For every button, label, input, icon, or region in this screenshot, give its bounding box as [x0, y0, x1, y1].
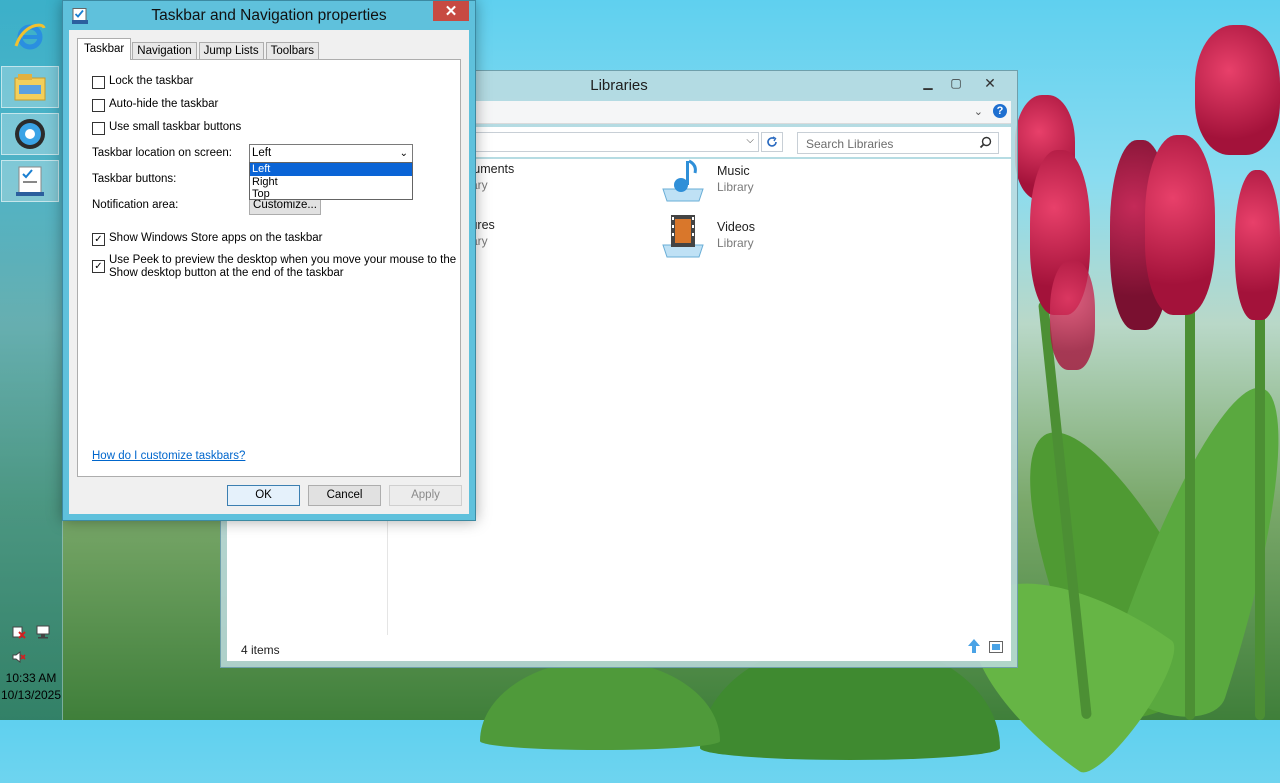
location-label: Taskbar location on screen: — [92, 147, 232, 159]
store-apps-checkbox[interactable]: ✓ Show Windows Store apps on the taskbar — [92, 232, 323, 246]
system-tray-bottom — [0, 650, 62, 664]
taskbar: 10:33 AM 10/13/2025 — [0, 0, 63, 720]
system-tray-top — [0, 625, 62, 639]
lock-taskbar-checkbox[interactable]: Lock the taskbar — [92, 75, 193, 89]
checkbox-label: Use small taskbar buttons — [109, 121, 242, 133]
volume-muted-icon[interactable] — [12, 650, 26, 664]
notification-area-label: Notification area: — [92, 199, 179, 211]
ribbon-expand-icon[interactable]: ⌄ — [974, 105, 983, 118]
refresh-icon — [767, 136, 777, 147]
close-icon: ✕ — [444, 3, 458, 20]
action-center-icon[interactable] — [12, 625, 26, 639]
library-music[interactable]: Music Library — [659, 155, 754, 205]
taskbar-properties-dialog: Taskbar and Navigation properties ✕ Task… — [62, 0, 476, 521]
library-name: Music — [717, 164, 750, 178]
option-left[interactable]: Left — [250, 163, 412, 176]
status-item-count: 4 items — [241, 643, 280, 657]
clock[interactable]: 10:33 AM 10/13/2025 — [0, 670, 62, 704]
details-view-icon[interactable] — [967, 638, 981, 657]
browser-icon[interactable] — [1, 113, 59, 155]
library-videos[interactable]: Videos Library — [659, 211, 755, 261]
location-select[interactable]: Left ⌄ — [249, 144, 413, 163]
help-icon[interactable]: ? — [993, 104, 1007, 118]
help-link[interactable]: How do I customize taskbars? — [92, 450, 245, 462]
refresh-button[interactable] — [761, 132, 783, 152]
peek-checkbox[interactable]: ✓ Use Peek to preview the desktop when y… — [92, 254, 456, 279]
option-right[interactable]: Right — [250, 176, 412, 189]
explorer-close-button[interactable]: ✕ — [977, 74, 1003, 92]
maximize-button[interactable]: ▢ — [943, 74, 969, 92]
clock-date: 10/13/2025 — [0, 688, 62, 702]
library-type: Library — [717, 180, 754, 194]
taskbar-properties-icon[interactable] — [1, 160, 59, 202]
checkbox-label: Show Windows Store apps on the taskbar — [109, 232, 323, 244]
cancel-button[interactable]: Cancel — [308, 485, 381, 506]
checkbox-label: Auto-hide the taskbar — [109, 98, 219, 110]
tab-navigation[interactable]: Navigation — [132, 42, 197, 60]
large-icons-view-icon[interactable] — [989, 641, 1003, 656]
file-explorer-icon[interactable] — [1, 66, 59, 108]
checkbox-box[interactable]: ✓ — [92, 260, 105, 273]
clock-time: 10:33 AM — [5, 671, 57, 685]
chevron-down-icon[interactable]: ⌄ — [400, 145, 408, 162]
option-top[interactable]: Top — [250, 188, 412, 201]
tab-jump-lists[interactable]: Jump Lists — [198, 42, 264, 60]
taskbar-tab-panel: Lock the taskbar Auto-hide the taskbar U… — [77, 59, 461, 477]
location-selected-value: Left — [252, 147, 272, 159]
dialog-title: Taskbar and Navigation properties — [151, 7, 387, 24]
ok-button[interactable]: OK — [227, 485, 300, 506]
videos-library-icon — [662, 215, 704, 258]
checkbox-box[interactable] — [92, 76, 105, 89]
music-library-icon — [662, 159, 704, 202]
location-dropdown-list: Left Right Top — [249, 162, 413, 200]
auto-hide-checkbox[interactable]: Auto-hide the taskbar — [92, 98, 218, 112]
checkbox-box[interactable]: ✓ — [92, 233, 105, 246]
checkbox-box[interactable] — [92, 122, 105, 135]
search-icon[interactable] — [979, 136, 992, 152]
dialog-client-area: Taskbar Navigation Jump Lists Toolbars L… — [69, 30, 469, 514]
minimize-button[interactable]: ▁ — [915, 74, 941, 92]
tab-taskbar[interactable]: Taskbar — [77, 38, 132, 60]
checkbox-box[interactable] — [92, 99, 105, 112]
network-icon[interactable] — [36, 625, 50, 639]
apply-button[interactable]: Apply — [389, 485, 462, 506]
dialog-close-button[interactable]: ✕ — [433, 1, 469, 21]
checkbox-label-line1: Use Peek to preview the desktop when you… — [109, 254, 457, 266]
checkbox-label: Lock the taskbar — [109, 75, 194, 87]
library-name: Videos — [717, 220, 755, 234]
address-dropdown-icon[interactable]: ⌵ — [746, 135, 754, 146]
internet-explorer-icon[interactable] — [1, 16, 59, 58]
tab-strip: Taskbar Navigation Jump Lists Toolbars — [77, 38, 321, 60]
taskbar-buttons-label: Taskbar buttons: — [92, 173, 177, 185]
tab-toolbars[interactable]: Toolbars — [265, 42, 320, 60]
search-box[interactable] — [797, 132, 999, 154]
checkbox-label-line2: Show desktop button at the end of the ta… — [109, 266, 344, 279]
small-buttons-checkbox[interactable]: Use small taskbar buttons — [92, 121, 241, 135]
library-type: Library — [717, 236, 754, 250]
search-input[interactable] — [804, 134, 978, 154]
